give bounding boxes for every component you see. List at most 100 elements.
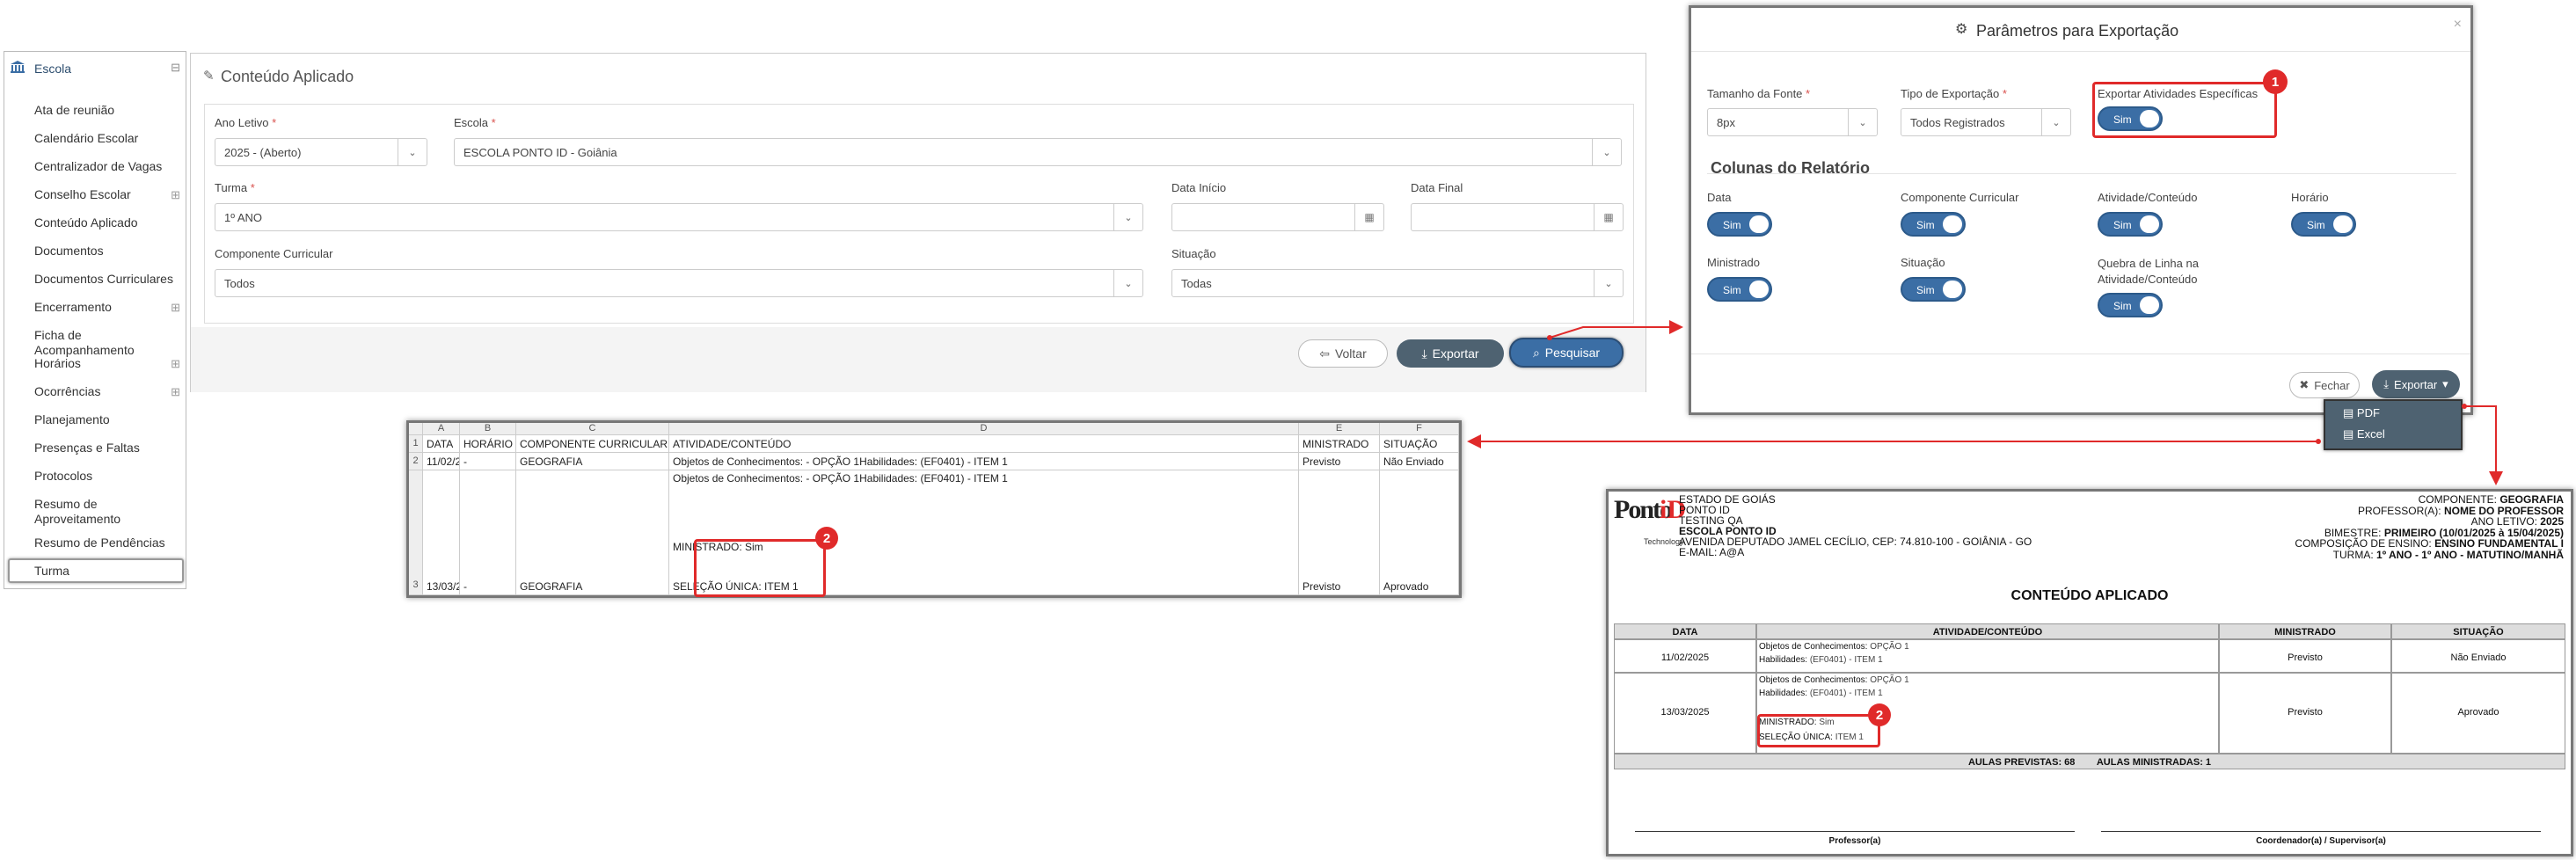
expand-icon[interactable]: ⊞ bbox=[171, 384, 180, 399]
data-final-input[interactable]: ▦ bbox=[1411, 203, 1624, 231]
fechar-label: Fechar bbox=[2314, 378, 2350, 392]
sheet-cell[interactable]: Previsto bbox=[1299, 470, 1380, 595]
sheet-header-cell[interactable]: SITUAÇÃO bbox=[1380, 435, 1459, 453]
cell-value: GEOGRAFIA bbox=[520, 580, 583, 593]
sheet-header-cell[interactable]: ATIVIDADE/CONTEÚDO bbox=[669, 435, 1299, 453]
toggle-knob bbox=[2140, 296, 2159, 314]
sheet-cell[interactable]: Previsto bbox=[1299, 453, 1380, 470]
sheet-cell[interactable]: GEOGRAFIA bbox=[516, 453, 669, 470]
row-number[interactable]: 3 bbox=[409, 470, 423, 595]
dropdown-item-pdf[interactable]: ▤ PDF bbox=[2343, 406, 2380, 420]
column-toggle-5[interactable]: Sim bbox=[1901, 277, 1966, 302]
exportar-button[interactable]: ⤓ Exportar bbox=[1397, 339, 1504, 368]
sidebar-item-13[interactable]: Protocolos bbox=[34, 469, 184, 484]
pdf-info-key: TURMA: bbox=[2332, 548, 2374, 561]
atividades-toggle[interactable]: Sim bbox=[2098, 106, 2163, 131]
sheet-cell[interactable]: 13/03/2025 bbox=[423, 470, 460, 595]
tipo-exportacao-select[interactable]: Todos Registrados ⌄ bbox=[1901, 108, 2071, 136]
turma-select[interactable]: 1º ANO ⌄ bbox=[215, 203, 1143, 231]
data-inicio-label: Data Início bbox=[1171, 181, 1227, 194]
sidebar-item-5[interactable]: Documentos bbox=[34, 244, 184, 259]
componente-value: Todos bbox=[224, 277, 255, 290]
sheet-cell[interactable]: Aprovado bbox=[1380, 470, 1459, 595]
sidebar-item-3[interactable]: Conselho Escolar ⊞ bbox=[34, 187, 184, 202]
sidebar-item-12[interactable]: Presenças e Faltas bbox=[34, 441, 184, 456]
ano-letivo-select[interactable]: 2025 - (Aberto) ⌄ bbox=[215, 138, 427, 166]
pdf-cell-ministrado: Previsto bbox=[2219, 639, 2391, 673]
collapse-icon[interactable]: ⊟ bbox=[171, 61, 180, 75]
chevron-down-icon: ⌄ bbox=[1113, 204, 1142, 230]
sidebar-item-label: Protocolos bbox=[34, 469, 93, 483]
column-toggle-0[interactable]: Sim bbox=[1707, 212, 1772, 237]
file-excel-icon: ▤ bbox=[2343, 427, 2354, 441]
data-inicio-input[interactable]: ▦ bbox=[1171, 203, 1384, 231]
column-toggle-6[interactable]: Sim bbox=[2098, 293, 2163, 317]
pdf-cell-situacao: Não Enviado bbox=[2391, 639, 2565, 673]
column-letter[interactable]: D bbox=[669, 423, 1299, 435]
page-title: Conteúdo Aplicado bbox=[221, 68, 354, 85]
sidebar-item-9[interactable]: Horários ⊞ bbox=[34, 356, 184, 371]
sheet-cell[interactable]: GEOGRAFIA bbox=[516, 470, 669, 595]
expand-icon[interactable]: ⊞ bbox=[171, 356, 180, 371]
pesquisar-button[interactable]: ⌕ Pesquisar bbox=[1509, 338, 1624, 368]
sheet-cell[interactable]: 11/02/2025 bbox=[423, 453, 460, 470]
column-letter[interactable]: F bbox=[1380, 423, 1459, 435]
calendar-icon[interactable]: ▦ bbox=[1594, 204, 1623, 230]
sidebar-item-label: Resumo de Aproveitamento bbox=[34, 497, 121, 526]
sidebar-header[interactable]: Escola ⊟ bbox=[4, 52, 186, 84]
sidebar-item-7[interactable]: Encerramento ⊞ bbox=[34, 300, 184, 315]
sheet-cell[interactable]: Não Enviado bbox=[1380, 453, 1459, 470]
aulas-previstas: AULAS PREVISTAS: 68 bbox=[1967, 757, 2076, 768]
column-toggle-3[interactable]: Sim bbox=[2291, 212, 2356, 237]
column-toggle-4[interactable]: Sim bbox=[1707, 277, 1772, 302]
column-label-6: Quebra de Linha na Atividade/Conteúdo bbox=[2098, 257, 2199, 286]
column-letter[interactable]: B bbox=[460, 423, 516, 435]
expand-icon[interactable]: ⊞ bbox=[171, 300, 180, 315]
column-label-5: Situação bbox=[1901, 256, 1945, 269]
tamanho-fonte-select[interactable]: 8px ⌄ bbox=[1707, 108, 1878, 136]
sheet-header-cell[interactable]: HORÁRIO bbox=[460, 435, 516, 453]
close-icon[interactable]: × bbox=[2454, 17, 2462, 33]
escola-select[interactable]: ESCOLA PONTO ID - Goiânia ⌄ bbox=[454, 138, 1622, 166]
sheet-header-cell[interactable]: MINISTRADO bbox=[1299, 435, 1380, 453]
voltar-button[interactable]: ⇦ Voltar bbox=[1298, 339, 1388, 368]
column-letter[interactable]: E bbox=[1299, 423, 1380, 435]
sidebar-item-14[interactable]: Resumo de Aproveitamento bbox=[34, 497, 184, 527]
column-letter[interactable]: A bbox=[423, 423, 460, 435]
sheet-cell[interactable]: Objetos de Conhecimentos: - OPÇÃO 1Habil… bbox=[669, 453, 1299, 470]
sidebar-item-1[interactable]: Calendário Escolar bbox=[34, 131, 184, 146]
modal-exportar-label: Exportar bbox=[2394, 377, 2438, 391]
row-number[interactable]: 2 bbox=[409, 453, 423, 470]
highlight-ministrado bbox=[694, 539, 826, 597]
pdf-info-line: TURMA: 1º ANO - 1º ANO - MATUTINO/MANHÃ bbox=[2333, 549, 2564, 561]
dropdown-item-excel[interactable]: ▤ Excel bbox=[2343, 427, 2385, 441]
sidebar-item-2[interactable]: Centralizador de Vagas bbox=[34, 159, 184, 174]
sidebar-item-0[interactable]: Ata de reunião bbox=[34, 103, 184, 118]
sidebar-item-8[interactable]: Ficha de Acompanhamento bbox=[34, 328, 184, 358]
componente-select[interactable]: Todos ⌄ bbox=[215, 269, 1143, 297]
section-title: Colunas do Relatório bbox=[1711, 159, 1871, 177]
column-toggle-2[interactable]: Sim bbox=[2098, 212, 2163, 237]
sidebar-item-15[interactable]: Resumo de Pendências bbox=[34, 536, 184, 550]
calendar-icon[interactable]: ▦ bbox=[1354, 204, 1383, 230]
situacao-select[interactable]: Todas ⌄ bbox=[1171, 269, 1624, 297]
toggle-knob bbox=[1943, 215, 1962, 233]
column-toggle-1[interactable]: Sim bbox=[1901, 212, 1966, 237]
caret-down-icon: ▾ bbox=[2442, 377, 2448, 390]
sidebar-item-11[interactable]: Planejamento bbox=[34, 412, 184, 427]
pdf-cell-activity: Objetos de Conhecimentos: OPÇÃO 1 Habilid… bbox=[1756, 673, 2219, 754]
sidebar-item-10[interactable]: Ocorrências ⊞ bbox=[34, 384, 184, 399]
fechar-button[interactable]: ✖ Fechar bbox=[2289, 372, 2360, 398]
row-number[interactable]: 1 bbox=[409, 435, 423, 453]
modal-exportar-button[interactable]: ⤓ Exportar ▾ bbox=[2372, 370, 2460, 398]
column-letter[interactable]: C bbox=[516, 423, 669, 435]
sheet-header-cell[interactable]: COMPONENTE CURRICULAR bbox=[516, 435, 669, 453]
sheet-cell[interactable]: - bbox=[460, 453, 516, 470]
sidebar-item-6[interactable]: Documentos Curriculares bbox=[34, 272, 184, 287]
sidebar-item-16[interactable]: Turma bbox=[34, 564, 184, 579]
sheet-cell[interactable]: - bbox=[460, 470, 516, 595]
expand-icon[interactable]: ⊞ bbox=[171, 187, 180, 202]
sidebar-item-4[interactable]: Conteúdo Aplicado bbox=[34, 215, 184, 230]
column-label-2: Atividade/Conteúdo bbox=[2098, 191, 2198, 204]
sheet-header-cell[interactable]: DATA bbox=[423, 435, 460, 453]
